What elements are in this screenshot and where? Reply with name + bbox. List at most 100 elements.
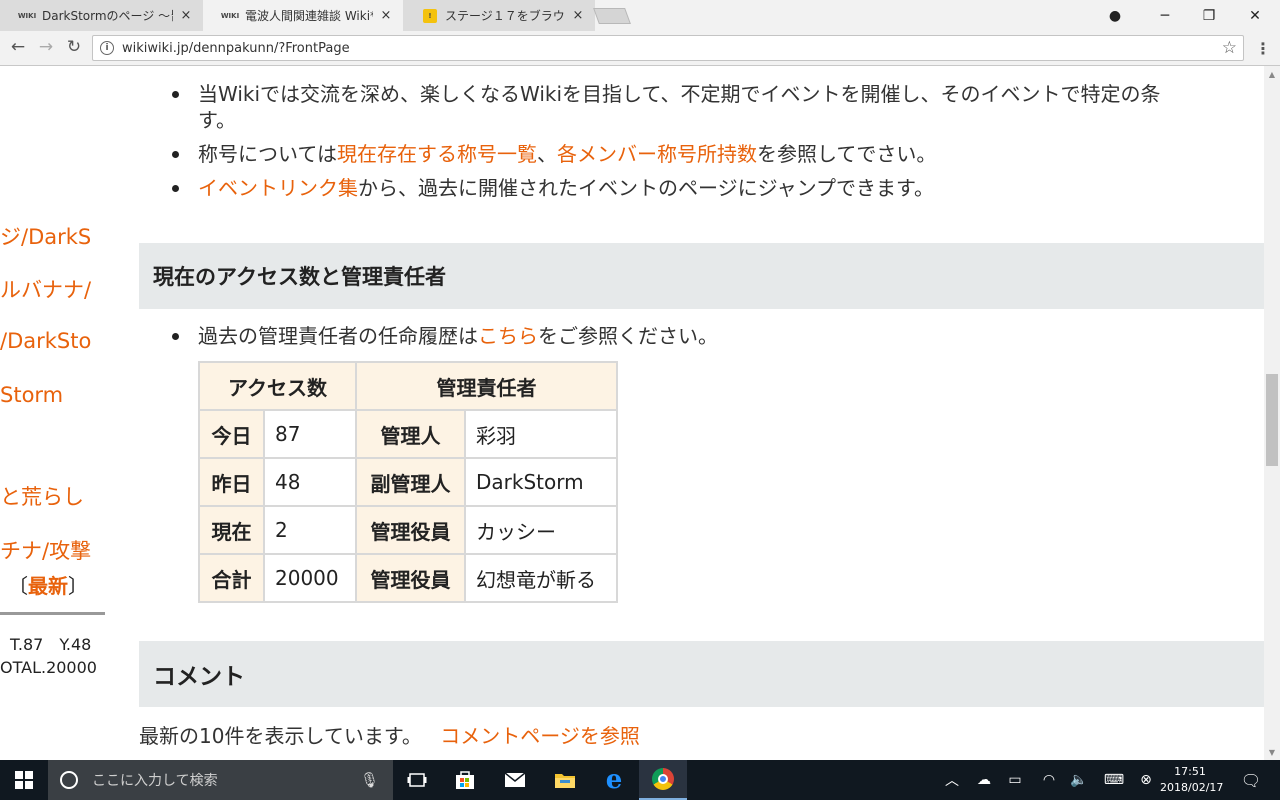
tab-denpa-wiki[interactable]: WIKI 電波人間関連雑談 Wiki* × [203, 0, 403, 31]
tab-darkstorm[interactable]: WIKI DarkStormのページ 〜皆 × [0, 0, 203, 31]
mail-icon[interactable] [491, 760, 539, 800]
list-item: 過去の管理責任者の任命履歴はこちらをご参照ください。 [170, 323, 718, 349]
file-explorer-icon[interactable] [541, 760, 589, 800]
cortana-icon [60, 771, 78, 789]
admin-role: 管理役員 [355, 505, 466, 555]
event-links-link[interactable]: イベントリンク集 [198, 176, 358, 200]
new-tab-button[interactable] [593, 8, 631, 24]
wifi-icon[interactable]: ◠ [1038, 760, 1060, 800]
tab-title: 電波人間関連雑談 Wiki* [245, 9, 373, 23]
search-placeholder: ここに入力して検索 [92, 773, 218, 789]
bullet-text: を参照してでさい。 [757, 142, 937, 166]
access-count: 2 [263, 505, 357, 555]
header-access-count: アクセス数 [198, 361, 357, 411]
admin-name: 幻想竜が斬る [464, 553, 618, 603]
comment-note: 最新の10件を表示しています。 コメントページを参照 [139, 720, 640, 749]
taskbar-clock[interactable]: 17:51 2018/02/17 [1160, 764, 1224, 796]
admin-name: DarkStorm [464, 457, 618, 507]
profile-icon[interactable]: ● [1092, 0, 1138, 31]
sidebar-link[interactable]: ルバナナ/ [0, 274, 91, 304]
onedrive-icon[interactable]: ☁ [972, 760, 996, 800]
sidebar-counter-total: OTAL.20000 [0, 658, 97, 677]
page-scrollbar[interactable]: ▲ ▼ [1264, 66, 1280, 760]
access-section-heading: 現在のアクセス数と管理責任者 [139, 243, 1264, 309]
maximize-button[interactable]: ❐ [1186, 0, 1232, 31]
site-info-icon[interactable]: i [100, 41, 114, 55]
scrollbar-thumb[interactable] [1266, 374, 1278, 466]
header-admin: 管理責任者 [355, 361, 618, 411]
list-item: 当Wikiでは交流を深め、楽しくなるWikiを目指して、不定期でイベントを開催し… [170, 81, 1160, 133]
row-label: 今日 [198, 409, 265, 459]
clock-date: 2018/02/17 [1160, 781, 1224, 794]
sidebar-latest: 〔最新〕 [8, 570, 88, 599]
access-count: 48 [263, 457, 357, 507]
bullet-text: をご参照ください。 [538, 324, 718, 348]
microphone-icon[interactable]: 🎙 [360, 771, 379, 789]
back-button[interactable]: ← [6, 35, 30, 59]
tab-title: DarkStormのページ 〜皆 [42, 9, 173, 23]
comment-page-link[interactable]: コメントページを参照 [440, 724, 640, 748]
admin-role: 管理役員 [355, 553, 466, 603]
admin-role: 管理人 [355, 409, 466, 459]
chrome-icon[interactable] [639, 760, 687, 800]
sidebar-link[interactable]: ジ/DarkS [0, 221, 91, 251]
keyboard-icon[interactable]: ⌨ [1100, 760, 1128, 800]
volume-icon[interactable]: 🔈 [1068, 760, 1090, 800]
scroll-up-arrow-icon[interactable]: ▲ [1264, 66, 1280, 82]
latest-link[interactable]: 最新 [28, 574, 68, 598]
tab-title: ステージ１７をブラウザで遊ぶ [445, 9, 565, 23]
sidebar-link[interactable]: Storm [0, 383, 63, 407]
bullet-text: 、 [537, 142, 557, 166]
sidebar-link[interactable]: チナ/攻撃 [0, 535, 91, 565]
table-header-row: アクセス数 管理責任者 [198, 361, 618, 411]
sidebar-link[interactable]: と荒らし [0, 481, 84, 511]
sidebar-divider [0, 612, 105, 615]
tab-close-icon[interactable]: × [179, 8, 193, 23]
title-list-link[interactable]: 現在存在する称号一覧 [337, 142, 537, 166]
wiki-favicon-icon: WIKI [220, 11, 240, 20]
windows-taskbar: ここに入力して検索 🎙 e ︿ ☁ ▭ ◠ 🔈 ⌨ ⊗ 17:51 2018/0… [0, 760, 1280, 800]
minimize-button[interactable]: ─ [1142, 0, 1188, 31]
bullet-text: 過去の管理責任者の任命履歴は [198, 324, 478, 348]
admin-name: カッシー [464, 505, 618, 555]
ime-icon[interactable]: ⊗ [1136, 760, 1156, 800]
member-title-count-link[interactable]: 各メンバー称号所持数 [557, 142, 757, 166]
start-button[interactable] [0, 760, 48, 800]
url-text[interactable]: wikiwiki.jp/dennpakunn/?FrontPage [122, 41, 1222, 56]
wiki-favicon-icon: WIKI [17, 11, 37, 20]
list-item: イベントリンク集から、過去に開催されたイベントのページにジャンプできます。 [170, 175, 1160, 201]
latest-bracket-open: 〔 [8, 574, 28, 598]
windows-logo-icon [15, 771, 33, 789]
table-row: 昨日 48 副管理人 DarkStorm [198, 457, 618, 507]
edge-icon[interactable]: e [590, 760, 638, 800]
notification-center-icon[interactable]: 🗨 [1234, 760, 1268, 800]
address-bar[interactable]: i wikiwiki.jp/dennpakunn/?FrontPage ☆ [92, 35, 1244, 61]
sidebar-counter-today-yesterday: T.87 Y.48 [10, 635, 92, 654]
table-row: 今日 87 管理人 彩羽 [198, 409, 618, 459]
reload-button[interactable]: ↻ [62, 35, 86, 59]
history-link[interactable]: こちら [478, 324, 538, 348]
tab-stage17[interactable]: ! ステージ１７をブラウザで遊ぶ × [403, 0, 595, 31]
access-count: 87 [263, 409, 357, 459]
comment-section-heading: コメント [139, 641, 1264, 707]
browser-menu-icon[interactable]: ⋮ [1255, 39, 1271, 58]
taskbar-search[interactable]: ここに入力して検索 🎙 [48, 760, 393, 800]
admin-name: 彩羽 [464, 409, 618, 459]
close-window-button[interactable]: ✕ [1232, 0, 1278, 31]
task-view-icon[interactable] [393, 760, 441, 800]
tab-close-icon[interactable]: × [379, 8, 393, 23]
battery-icon[interactable]: ▭ [1004, 760, 1026, 800]
forward-button[interactable]: → [34, 35, 58, 59]
table-row: 現在 2 管理役員 カッシー [198, 505, 618, 555]
bookmark-star-icon[interactable]: ☆ [1222, 38, 1237, 58]
access-history-list: 過去の管理責任者の任命履歴はこちらをご参照ください。 [170, 323, 718, 357]
store-icon[interactable] [441, 760, 489, 800]
list-item: 称号については現在存在する称号一覧、各メンバー称号所持数を参照してでさい。 [170, 141, 1160, 167]
show-hidden-icons[interactable]: ︿ [942, 760, 962, 800]
clock-time: 17:51 [1174, 765, 1206, 778]
sidebar-link[interactable]: /DarkSto [0, 329, 91, 353]
scroll-down-arrow-icon[interactable]: ▼ [1264, 744, 1280, 760]
warning-favicon-icon: ! [423, 8, 437, 23]
tab-close-icon[interactable]: × [571, 8, 585, 23]
bullet-text: から、過去に開催されたイベントのページにジャンプできます。 [358, 176, 934, 200]
